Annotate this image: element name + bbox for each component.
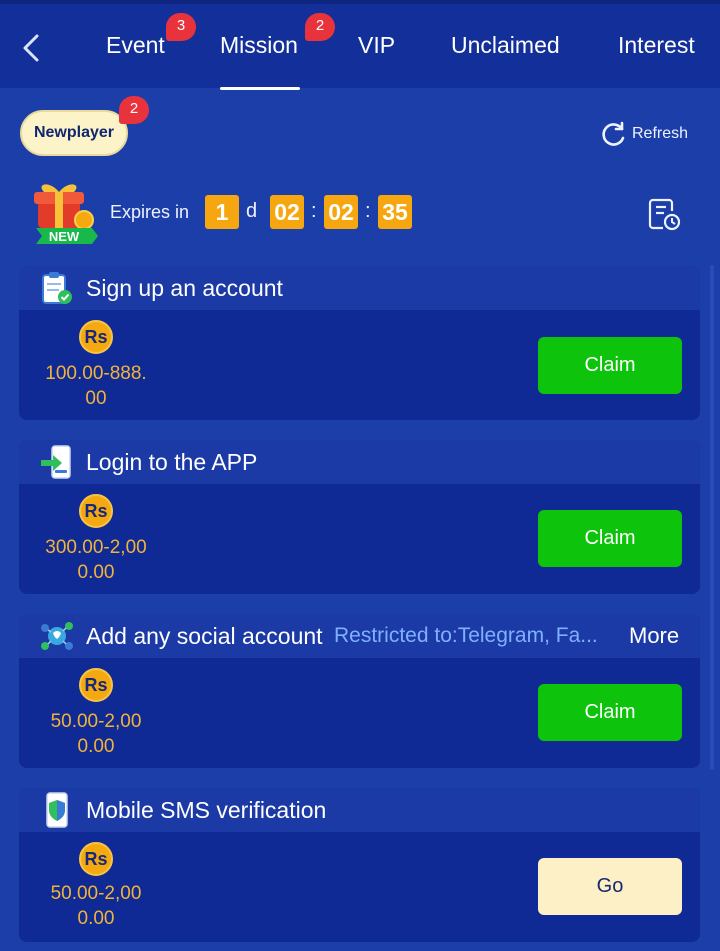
mission-card-header: Add any social account Restricted to:Tel… bbox=[19, 614, 700, 658]
time-separator: : bbox=[365, 200, 371, 222]
tab-interest[interactable]: Interest bbox=[618, 32, 695, 59]
tab-event[interactable]: Event bbox=[106, 32, 165, 59]
day-unit: d bbox=[246, 200, 258, 222]
reward-amount-line1: 100.00-888. bbox=[45, 363, 147, 384]
mission-title: Mobile SMS verification bbox=[86, 797, 327, 823]
mission-card-social: Add any social account Restricted to:Tel… bbox=[19, 614, 700, 768]
refresh-icon bbox=[602, 121, 625, 146]
scrollbar[interactable] bbox=[710, 265, 714, 770]
rupee-coin-icon: Rs bbox=[79, 668, 113, 702]
mission-card-header: Sign up an account bbox=[19, 266, 700, 310]
mission-card-header: Login to the APP bbox=[19, 440, 700, 484]
clipboard-check-icon bbox=[42, 272, 72, 304]
phone-shield-icon bbox=[46, 792, 68, 828]
newplayer-badge: 2 bbox=[119, 96, 149, 124]
tab-vip[interactable]: VIP bbox=[358, 32, 395, 59]
mission-card-login: Login to the APP Rs 300.00-2,00 0.00 Cla… bbox=[19, 440, 700, 594]
phone-login-icon bbox=[41, 445, 71, 479]
reward-amount-line1: 50.00-2,00 bbox=[50, 883, 142, 904]
countdown-minutes: 02 bbox=[324, 195, 358, 229]
more-link[interactable]: More bbox=[629, 623, 679, 649]
social-network-icon bbox=[41, 622, 73, 650]
reward-amount-line2: 0.00 bbox=[77, 562, 115, 583]
countdown-days: 1 bbox=[205, 195, 239, 229]
go-button[interactable]: Go bbox=[538, 858, 682, 915]
rupee-coin-icon: Rs bbox=[79, 320, 113, 354]
reward-amount-line2: 0.00 bbox=[77, 736, 115, 757]
active-tab-indicator bbox=[220, 87, 300, 90]
mission-badge: 2 bbox=[305, 13, 335, 41]
reward-amount-line1: 50.00-2,00 bbox=[50, 711, 142, 732]
mission-title: Sign up an account bbox=[86, 275, 283, 301]
time-separator: : bbox=[311, 200, 317, 222]
reward-amount-line1: 300.00-2,00 bbox=[45, 537, 147, 558]
refresh-label: Refresh bbox=[632, 125, 689, 142]
reward-amount-line2: 0.00 bbox=[77, 908, 115, 929]
mission-title: Login to the APP bbox=[86, 449, 258, 475]
restriction-text: Restricted to:Telegram, Fa... bbox=[334, 624, 598, 647]
back-arrow-icon[interactable] bbox=[18, 32, 44, 64]
claim-button[interactable]: Claim bbox=[538, 337, 682, 394]
countdown-hours: 02 bbox=[270, 195, 304, 229]
history-record-icon[interactable] bbox=[646, 195, 682, 231]
new-label: NEW bbox=[49, 229, 80, 244]
claim-button[interactable]: Claim bbox=[538, 684, 682, 741]
newplayer-filter-chip[interactable]: Newplayer bbox=[20, 110, 128, 156]
claim-button[interactable]: Claim bbox=[538, 510, 682, 567]
mission-title: Add any social account bbox=[86, 623, 323, 649]
new-gift-icon: NEW bbox=[34, 184, 98, 244]
rupee-coin-icon: Rs bbox=[79, 842, 113, 876]
mission-card-header: Mobile SMS verification bbox=[19, 788, 700, 832]
refresh-button[interactable]: Refresh bbox=[600, 120, 688, 148]
tab-unclaimed[interactable]: Unclaimed bbox=[451, 32, 560, 59]
countdown-seconds: 35 bbox=[378, 195, 412, 229]
rupee-coin-icon: Rs bbox=[79, 494, 113, 528]
top-nav: Event 3 Mission 2 VIP Unclaimed Interest bbox=[0, 0, 720, 90]
reward-amount-line2: 00 bbox=[85, 388, 107, 409]
expires-label: Expires in bbox=[110, 202, 190, 222]
mission-card-sms: Mobile SMS verification Rs 50.00-2,00 0.… bbox=[19, 788, 700, 942]
tab-mission[interactable]: Mission bbox=[220, 32, 298, 59]
mission-card-signup: Sign up an account Rs 100.00-888. 00 Cla… bbox=[19, 266, 700, 420]
event-badge: 3 bbox=[166, 13, 196, 41]
